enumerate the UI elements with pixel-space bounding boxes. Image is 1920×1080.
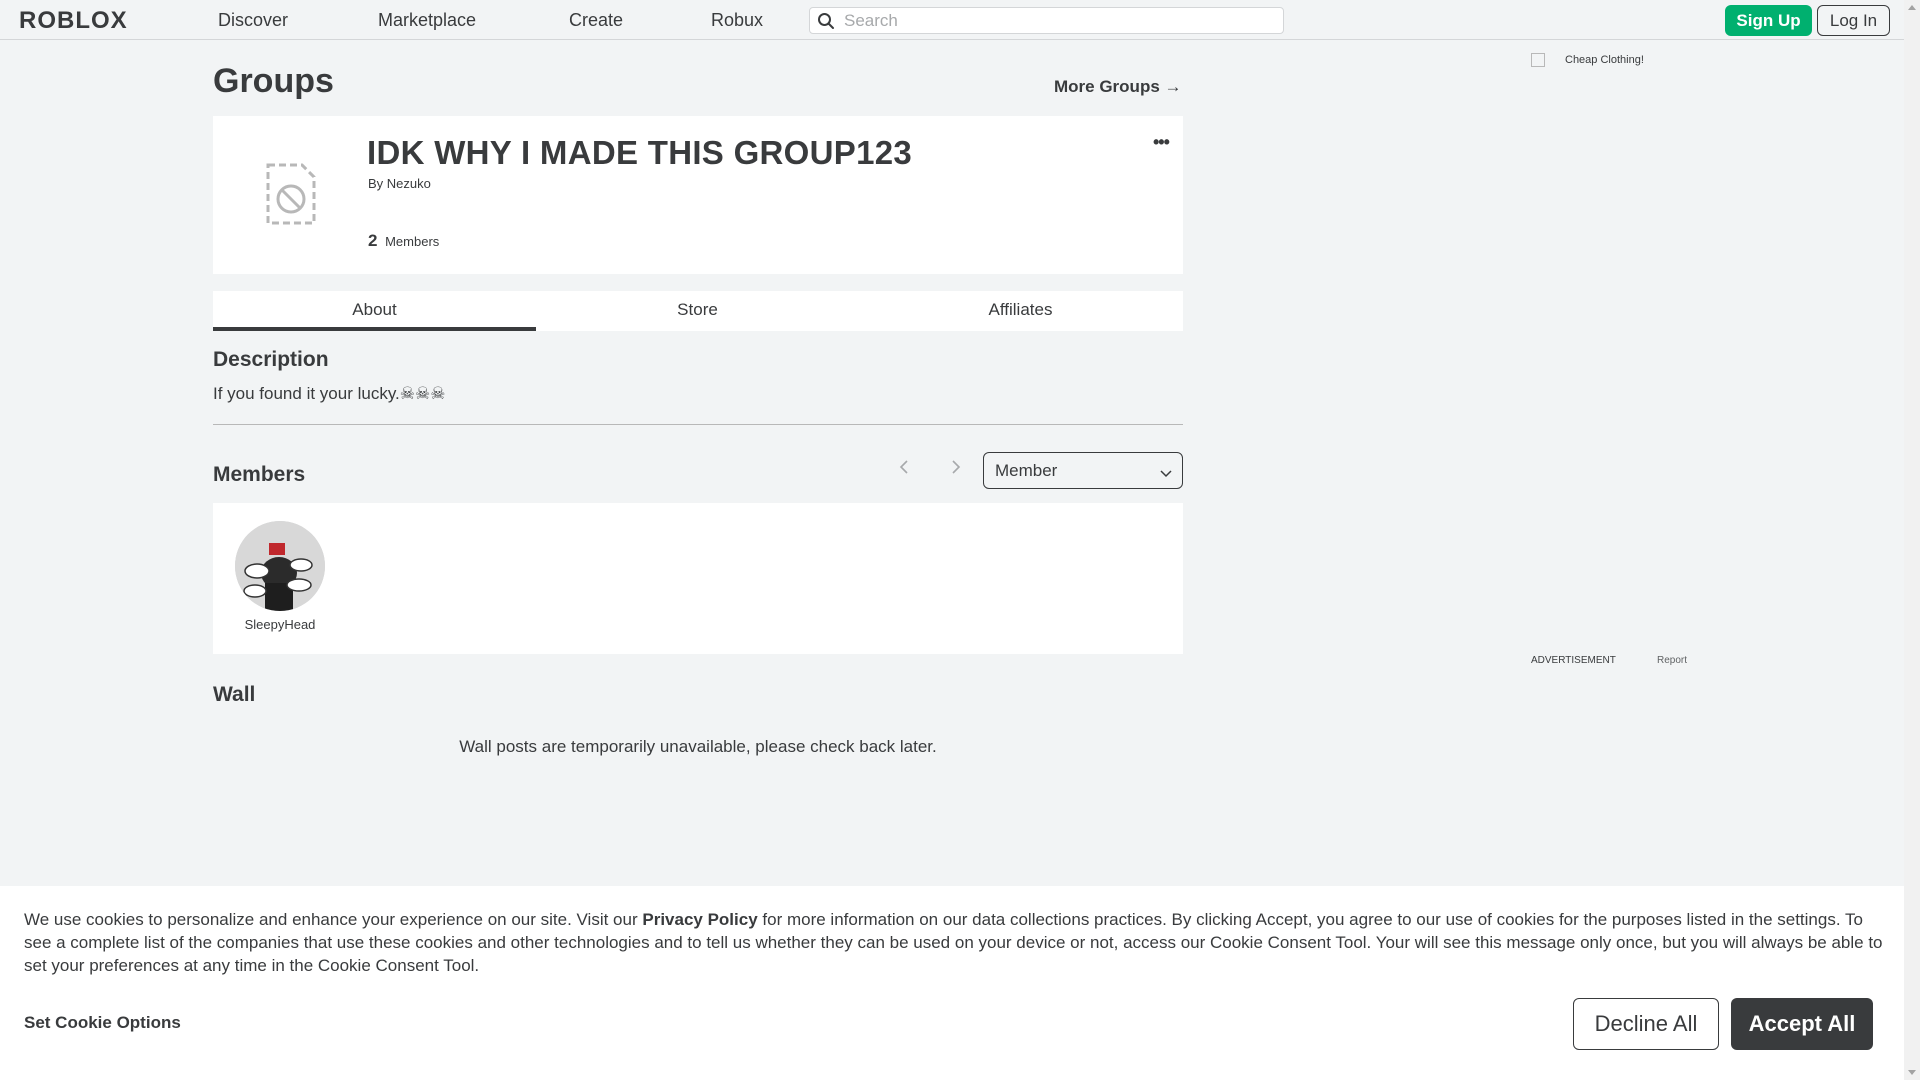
roblox-logo[interactable]: ROBLOX [19, 7, 128, 35]
section-divider [213, 424, 1183, 425]
more-groups-link[interactable]: More Groups → [1054, 77, 1182, 97]
search-icon[interactable] [817, 12, 835, 30]
member-card[interactable]: SleepyHead [213, 503, 347, 654]
group-member-count: 2 Members [368, 231, 439, 251]
cookie-text-part1: We use cookies to personalize and enhanc… [24, 910, 643, 929]
search-input[interactable] [844, 10, 1274, 32]
broken-image-icon [1531, 53, 1545, 67]
group-tabs: About Store Affiliates [213, 291, 1183, 331]
page-title: Groups [213, 62, 334, 100]
previous-page-icon[interactable] [898, 458, 910, 481]
cookie-consent-text: We use cookies to personalize and enhanc… [24, 908, 1884, 977]
chevron-down-icon [1160, 465, 1172, 483]
group-description: If you found it your lucky.☠☠☠ [213, 384, 446, 403]
group-header-card: IDK WHY I MADE THIS GROUP123 By Nezuko 2… [213, 116, 1183, 274]
top-navigation-bar: ROBLOX Discover Marketplace Create Robux… [0, 0, 1904, 40]
member-name[interactable]: SleepyHead [213, 617, 347, 632]
ad-image-alt-text: Cheap Clothing! [1565, 53, 1644, 66]
advertisement-label: ADVERTISEMENT [1531, 655, 1616, 666]
advertisement-image[interactable]: Cheap Clothing! [1531, 53, 1644, 67]
group-owner-link[interactable]: Nezuko [387, 176, 431, 191]
nav-link-robux[interactable]: Robux [711, 10, 763, 31]
privacy-policy-link[interactable]: Privacy Policy [642, 910, 757, 929]
scroll-down-arrow-icon[interactable] [1908, 1070, 1916, 1075]
members-list: SleepyHead [213, 503, 1183, 654]
member-count-number: 2 [368, 231, 378, 250]
member-count-label: Members [385, 234, 440, 249]
decline-all-button[interactable]: Decline All [1573, 998, 1719, 1050]
report-ad-link[interactable]: Report [1657, 655, 1687, 666]
log-in-button[interactable]: Log In [1817, 5, 1890, 36]
nav-link-create[interactable]: Create [569, 10, 623, 31]
sign-up-button[interactable]: Sign Up [1725, 5, 1812, 36]
group-owner-line: By Nezuko [368, 176, 431, 191]
scroll-up-arrow-icon[interactable] [1908, 5, 1916, 10]
search-box[interactable] [809, 7, 1284, 34]
accept-all-button[interactable]: Accept All [1731, 998, 1873, 1050]
member-avatar[interactable] [235, 521, 325, 611]
members-heading: Members [213, 463, 306, 486]
role-filter-dropdown[interactable]: Member [983, 452, 1183, 489]
wall-unavailable-message: Wall posts are temporarily unavailable, … [459, 737, 937, 756]
group-name: IDK WHY I MADE THIS GROUP123 [367, 134, 913, 171]
tab-about[interactable]: About [213, 291, 536, 331]
group-emblem-placeholder-icon [266, 161, 316, 227]
more-options-icon[interactable]: ••• [1153, 132, 1170, 153]
set-cookie-options-link[interactable]: Set Cookie Options [24, 1013, 181, 1033]
by-prefix: By [368, 176, 384, 191]
tab-store[interactable]: Store [536, 291, 859, 331]
nav-link-marketplace[interactable]: Marketplace [378, 10, 476, 31]
nav-link-discover[interactable]: Discover [218, 10, 288, 31]
next-page-icon[interactable] [950, 458, 962, 481]
role-filter-value: Member [995, 461, 1058, 480]
cookie-consent-banner: We use cookies to personalize and enhanc… [0, 886, 1904, 1080]
page-scrollbar[interactable] [1904, 0, 1920, 1080]
wall-heading: Wall [213, 683, 256, 706]
tab-affiliates[interactable]: Affiliates [859, 291, 1182, 331]
description-heading: Description [213, 348, 329, 371]
